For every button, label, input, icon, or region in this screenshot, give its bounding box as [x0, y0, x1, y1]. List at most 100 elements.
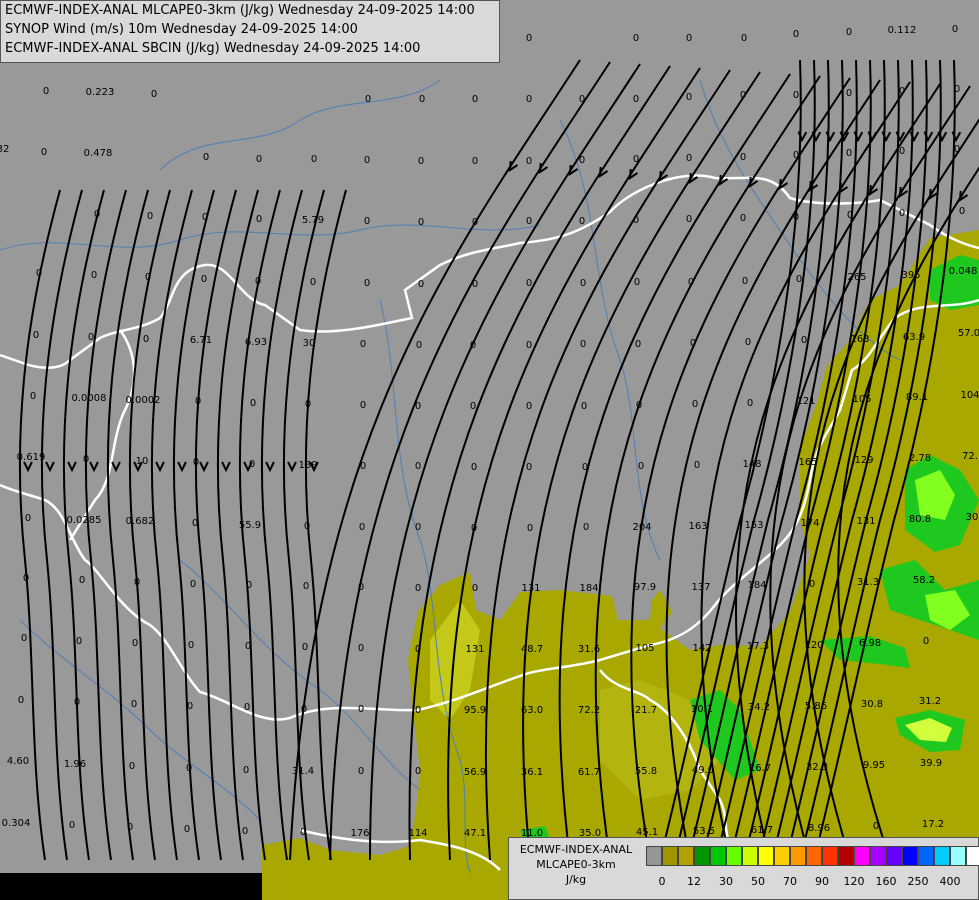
- sbcin-value: 184: [747, 580, 766, 591]
- legend-tick-label: 30: [719, 875, 733, 888]
- sbcin-value: 131: [856, 516, 875, 527]
- legend-swatch: [966, 846, 979, 866]
- legend-title: ECMWF-INDEX-ANAL MLCAPE0-3km J/kg: [511, 842, 641, 887]
- sbcin-value: 0: [25, 513, 31, 524]
- sbcin-value: 0: [635, 339, 641, 350]
- sbcin-value: 0: [302, 642, 308, 653]
- sbcin-value: 0: [188, 640, 194, 651]
- sbcin-value: 0: [633, 154, 639, 165]
- sbcin-value: 148: [742, 459, 761, 470]
- sbcin-value: 31.3: [857, 577, 879, 588]
- sbcin-value: 0: [899, 146, 905, 157]
- legend-swatch: [918, 846, 934, 866]
- sbcin-value: 0: [41, 147, 47, 158]
- sbcin-value: 0.048: [949, 266, 978, 277]
- sbcin-value: 34.2: [748, 702, 770, 713]
- sbcin-value: 63.9: [903, 332, 925, 343]
- sbcin-value: 0: [472, 279, 478, 290]
- header-line-cape: ECMWF-INDEX-ANAL MLCAPE0-3km (J/kg) Wedn…: [5, 3, 475, 18]
- sbcin-value: 120: [804, 640, 823, 651]
- sbcin-value: 0: [30, 391, 36, 402]
- sbcin-value: 0: [801, 335, 807, 346]
- sbcin-value: 0: [418, 279, 424, 290]
- sbcin-value: 0: [526, 94, 532, 105]
- sbcin-value: 0: [33, 330, 39, 341]
- legend-swatch: [838, 846, 854, 866]
- sbcin-value: 30.8: [861, 699, 883, 710]
- sbcin-value: 0: [470, 340, 476, 351]
- sbcin-value: 0: [358, 582, 364, 593]
- sbcin-value: 9.95: [863, 760, 885, 771]
- sbcin-value: 0: [952, 24, 958, 35]
- sbcin-value: 0: [793, 90, 799, 101]
- sbcin-value: 0: [796, 274, 802, 285]
- sbcin-value: 0: [846, 148, 852, 159]
- sbcin-value: 0: [633, 215, 639, 226]
- sbcin-value: 163: [850, 334, 869, 345]
- sbcin-value: 0: [692, 399, 698, 410]
- legend-swatch: [950, 846, 966, 866]
- sbcin-value: 0: [580, 278, 586, 289]
- sbcin-value: 0: [580, 339, 586, 350]
- legend-swatch: [662, 846, 678, 866]
- sbcin-value: 395: [901, 270, 920, 281]
- legend-swatch: [854, 846, 870, 866]
- sbcin-value: 0: [846, 88, 852, 99]
- sbcin-value: 0: [202, 212, 208, 223]
- sbcin-value: 176: [350, 828, 369, 839]
- sbcin-value: 0.304: [2, 818, 31, 829]
- legend-swatch: [774, 846, 790, 866]
- sbcin-value: 0: [899, 208, 905, 219]
- sbcin-value: 0: [418, 156, 424, 167]
- sbcin-value: 0: [633, 33, 639, 44]
- sbcin-value: 58.2: [913, 575, 935, 586]
- sbcin-value: 72.: [962, 451, 978, 462]
- sbcin-value: 6.93: [245, 337, 267, 348]
- legend-tick-label: 250: [907, 875, 929, 888]
- header-line-cin: ECMWF-INDEX-ANAL SBCIN (J/kg) Wednesday …: [5, 41, 421, 56]
- sbcin-value: 0.112: [888, 25, 917, 36]
- sbcin-value: 0: [686, 92, 692, 103]
- sbcin-value: 0: [636, 400, 642, 411]
- sbcin-value: 0: [360, 400, 366, 411]
- sbcin-value: 95.9: [464, 705, 486, 716]
- sbcin-value: 0: [809, 579, 815, 590]
- sbcin-value: 0: [186, 763, 192, 774]
- legend-tick-label: 70: [783, 875, 797, 888]
- legend-swatch: [742, 846, 758, 866]
- sbcin-value: 0: [526, 340, 532, 351]
- sbcin-value: 0: [311, 154, 317, 165]
- sbcin-value: 0: [310, 277, 316, 288]
- sbcin-value: 0: [192, 518, 198, 529]
- sbcin-value: 105: [635, 643, 654, 654]
- sbcin-value: 0: [638, 461, 644, 472]
- sbcin-value: 265: [847, 272, 866, 283]
- sbcin-value: 0: [742, 276, 748, 287]
- legend-tick-label: 50: [751, 875, 765, 888]
- sbcin-value: 0: [358, 766, 364, 777]
- sbcin-value: 0.478: [84, 148, 113, 159]
- color-legend: ECMWF-INDEX-ANAL MLCAPE0-3km J/kg 0 12 30 5…: [508, 837, 979, 900]
- sbcin-value: 0: [959, 206, 965, 217]
- sbcin-value: 0: [365, 94, 371, 105]
- sbcin-value: 0: [134, 577, 140, 588]
- sbcin-value: 0: [190, 579, 196, 590]
- sbcin-value: 0: [470, 401, 476, 412]
- sbcin-value: 0: [740, 213, 746, 224]
- sbcin-value: 89.1: [906, 392, 928, 403]
- sbcin-value: 0: [249, 459, 255, 470]
- sbcin-value: 5.86: [805, 701, 827, 712]
- sbcin-value: 0: [36, 268, 42, 279]
- sbcin-value: 0: [147, 211, 153, 222]
- sbcin-value: 0.0008: [72, 393, 107, 404]
- sbcin-value: 0: [151, 89, 157, 100]
- sbcin-value: 0: [690, 338, 696, 349]
- sbcin-value: 0: [203, 152, 209, 163]
- sbcin-value: 0: [145, 272, 151, 283]
- sbcin-value: 0: [18, 695, 24, 706]
- legend-swatch: [710, 846, 726, 866]
- sbcin-value: 0: [242, 826, 248, 837]
- sbcin-value: 1.96: [64, 759, 86, 770]
- legend-swatch: [694, 846, 710, 866]
- legend-tick-label: 0: [658, 875, 666, 888]
